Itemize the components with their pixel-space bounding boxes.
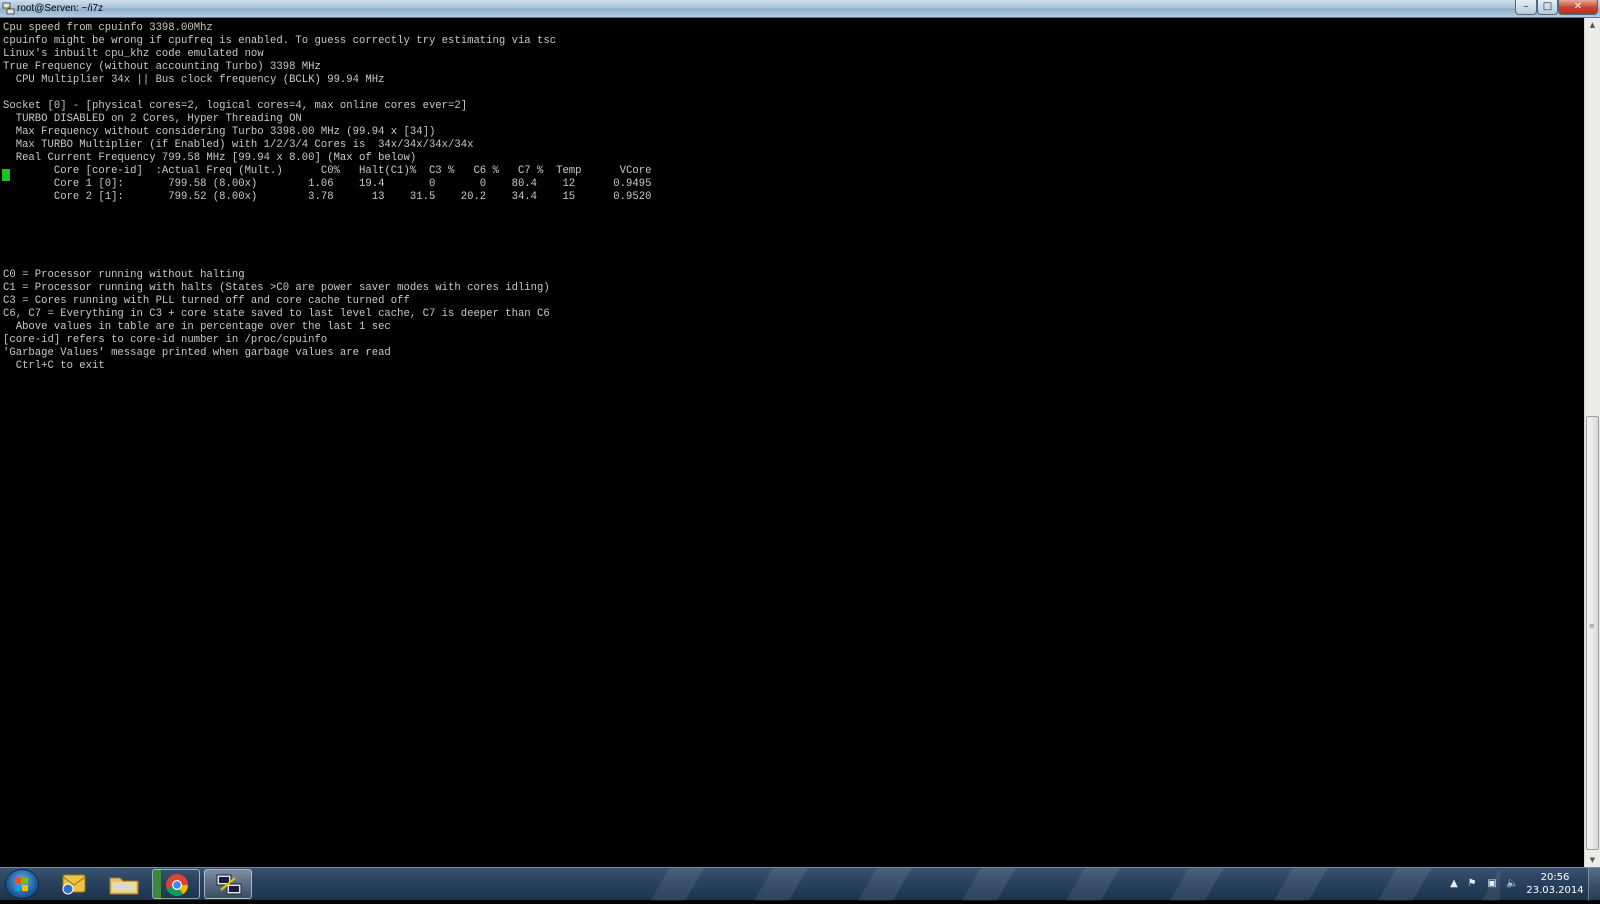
terminal-line: Cpu speed from cpuinfo 3398.00Mhz bbox=[3, 22, 213, 34]
window-title: root@Serven: ~/i7z bbox=[17, 3, 104, 14]
clock-date[interactable]: 23.03.2014 bbox=[1520, 885, 1590, 897]
chrome-icon bbox=[166, 874, 188, 897]
clock-time[interactable]: 20:56 bbox=[1520, 872, 1590, 884]
terminal-line: Max TURBO Multiplier (if Enabled) with 1… bbox=[3, 139, 474, 151]
windows-logo-icon bbox=[22, 885, 28, 891]
terminal-output[interactable]: Cpu speed from cpuinfo 3398.00Mhz cpuinf… bbox=[0, 18, 1584, 867]
terminal-line: True Frequency (without accounting Turbo… bbox=[3, 61, 321, 73]
window-titlebar[interactable]: root@Serven: ~/i7z – □ ✕ bbox=[0, 0, 1600, 18]
windows-logo-icon bbox=[15, 885, 21, 891]
legend-line: C3 = Cores running with PLL turned off a… bbox=[3, 295, 410, 307]
core-table-row: Core 2 [1]: 799.52 (8.00x) 3.78 13 31.5 … bbox=[3, 191, 652, 203]
legend-line: [core-id] refers to core-id number in /p… bbox=[3, 334, 328, 346]
windows-explorer-icon bbox=[109, 877, 139, 895]
maximize-button[interactable]: □ bbox=[1537, 0, 1558, 15]
taskbar-putty-button[interactable] bbox=[204, 869, 252, 899]
show-hidden-icons-icon[interactable]: ▲ bbox=[1448, 878, 1460, 890]
terminal-line: Max Frequency without considering Turbo … bbox=[3, 126, 436, 138]
terminal-line: Real Current Frequency 799.58 MHz [99.94… bbox=[3, 152, 417, 164]
putty-icon bbox=[216, 874, 242, 895]
windows-logo-icon bbox=[15, 878, 21, 884]
core-table-row: Core 1 [0]: 799.58 (8.00x) 1.06 19.4 0 0… bbox=[3, 178, 652, 190]
putty-app-icon[interactable] bbox=[2, 2, 15, 15]
terminal-line: Linux's inbuilt cpu_khz code emulated no… bbox=[3, 48, 264, 60]
taskbar-explorer-button[interactable] bbox=[100, 869, 148, 899]
network-icon[interactable]: ▣ bbox=[1486, 878, 1498, 890]
scroll-down-arrow-icon[interactable]: ▼ bbox=[1585, 853, 1600, 867]
exit-hint: Ctrl+C to exit bbox=[3, 360, 105, 372]
scrollbar-grip-icon: ≡ bbox=[1589, 622, 1595, 630]
scrollbar-thumb[interactable]: ≡ bbox=[1586, 416, 1599, 850]
legend-line: C0 = Processor running without halting bbox=[3, 269, 245, 281]
close-button[interactable]: ✕ bbox=[1558, 0, 1598, 15]
legend-line: C1 = Processor running with halts (State… bbox=[3, 282, 550, 294]
legend-line: C6, C7 = Everything in C3 + core state s… bbox=[3, 308, 550, 320]
volume-icon[interactable]: 🔈 bbox=[1506, 878, 1518, 890]
minimize-button[interactable]: – bbox=[1515, 0, 1537, 15]
action-center-flag-icon[interactable]: ⚑ bbox=[1466, 878, 1478, 890]
taskbar-chrome-button[interactable] bbox=[152, 869, 200, 899]
core-table-header: Core [core-id] :Actual Freq (Mult.) C0% … bbox=[3, 165, 652, 177]
legend-line: Above values in table are in percentage … bbox=[3, 321, 391, 333]
show-desktop-button[interactable] bbox=[1588, 868, 1600, 901]
legend-line: 'Garbage Values' message printed when ga… bbox=[3, 347, 391, 359]
scroll-up-arrow-icon[interactable]: ▲ bbox=[1585, 18, 1600, 32]
terminal-line: cpuinfo might be wrong if cpufreq is ena… bbox=[3, 35, 557, 47]
outlook-icon bbox=[62, 874, 86, 895]
start-button[interactable] bbox=[5, 869, 39, 899]
terminal-line: CPU Multiplier 34x || Bus clock frequenc… bbox=[3, 74, 385, 86]
vertical-scrollbar[interactable]: ▲ ≡ ▼ bbox=[1584, 18, 1600, 867]
taskbar: ▲ ⚑ ▣ 🔈 20:56 23.03.2014 bbox=[0, 867, 1600, 901]
taskbar-outlook-button[interactable] bbox=[50, 869, 98, 899]
terminal-line: Socket [0] - [physical cores=2, logical … bbox=[3, 100, 468, 112]
windows-logo-icon bbox=[22, 878, 28, 884]
terminal-line: TURBO DISABLED on 2 Cores, Hyper Threadi… bbox=[3, 113, 302, 125]
